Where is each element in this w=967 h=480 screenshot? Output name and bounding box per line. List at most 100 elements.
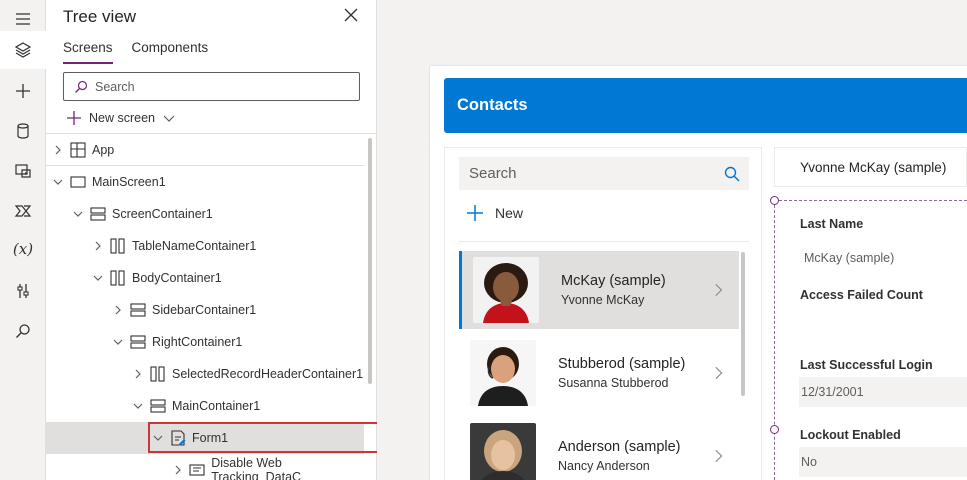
tab-screens[interactable]: Screens: [63, 40, 113, 64]
field-label-last-successful-login: Last Successful Login: [800, 358, 933, 372]
chevron-right-icon: [714, 366, 722, 380]
contact-photo: [470, 340, 536, 406]
horizontal-container-icon: [110, 238, 126, 254]
close-icon[interactable]: [342, 6, 360, 24]
advanced-tools-icon[interactable]: [0, 272, 46, 310]
contacts-search-box[interactable]: Search: [459, 157, 749, 190]
card-icon: [189, 462, 205, 478]
tree-node-label: SelectedRecordHeaderContainer1: [172, 367, 364, 381]
field-label-access-failed-count: Access Failed Count: [800, 288, 923, 302]
tree-node-app[interactable]: App: [46, 134, 364, 166]
variables-icon[interactable]: (x): [0, 230, 46, 268]
plus-icon: [467, 205, 483, 221]
horizontal-container-icon: [150, 366, 166, 382]
horizontal-container-icon: [110, 270, 126, 286]
tree-node-label: BodyContainer1: [132, 271, 222, 285]
contact-name: McKay (sample): [561, 273, 666, 289]
tree-view-panel: Tree view Screens Components New screen …: [46, 0, 405, 480]
field-value-lockout-enabled[interactable]: No: [799, 447, 967, 477]
resize-handle[interactable]: [770, 425, 779, 434]
tree-node-tablenamecontainer1[interactable]: TableNameContainer1: [46, 230, 364, 262]
tree-view-layers-icon[interactable]: [0, 31, 46, 69]
chevron-down-icon[interactable]: [52, 176, 64, 188]
contacts-sidebar: Search New McKay (sample) Yvonne McKay S…: [444, 147, 762, 480]
new-screen-button[interactable]: New screen: [67, 108, 175, 128]
divider: [459, 241, 749, 242]
selected-record-title: Yvonne McKay (sample): [800, 159, 947, 175]
chevron-right-icon: [714, 449, 722, 463]
media-icon[interactable]: [0, 152, 46, 190]
chevron-right-icon[interactable]: [112, 304, 124, 316]
tree-node-label: ScreenContainer1: [112, 207, 213, 221]
resize-handle[interactable]: [770, 196, 779, 205]
vertical-container-icon: [150, 398, 166, 414]
data-database-icon[interactable]: [0, 112, 46, 150]
tree-node-bodycontainer1[interactable]: BodyContainer1: [46, 262, 364, 294]
tree-node-label: MainContainer1: [172, 399, 261, 413]
chevron-down-icon: [163, 115, 175, 122]
app-header-title: Contacts: [457, 96, 528, 114]
tree-node-label: MainScreen1: [92, 175, 166, 189]
plus-icon: [67, 111, 81, 125]
tree-node-sidebarcontainer1[interactable]: SidebarContainer1: [46, 294, 364, 326]
tree-node-rightcontainer1[interactable]: RightContainer1: [46, 326, 364, 358]
chevron-right-icon[interactable]: [52, 144, 64, 156]
tree-node-label: RightContainer1: [152, 335, 243, 349]
search-icon: [75, 80, 88, 93]
field-value-last-successful-login[interactable]: 12/31/2001: [799, 377, 967, 407]
contacts-scrollbar[interactable]: [741, 252, 745, 396]
field-value-last-name[interactable]: McKay (sample): [804, 251, 894, 265]
contact-list-item[interactable]: McKay (sample) Yvonne McKay: [459, 251, 739, 329]
vertical-container-icon: [90, 206, 106, 222]
chevron-right-icon: [715, 283, 723, 297]
tree-search-box[interactable]: [63, 72, 360, 101]
contact-list-item[interactable]: Anderson (sample) Nancy Anderson: [459, 417, 739, 480]
tree-node-mainscreen1[interactable]: MainScreen1: [46, 166, 364, 198]
tree-scrollbar[interactable]: [368, 138, 372, 384]
selection-highlight-box: [148, 422, 405, 453]
screen-icon: [70, 174, 86, 190]
chevron-down-icon[interactable]: [112, 336, 124, 348]
new-screen-label: New screen: [89, 111, 155, 125]
chevron-down-icon[interactable]: [72, 208, 84, 220]
contact-name: Anderson (sample): [558, 439, 681, 455]
tree-node-selectedrecordheadercontainer1[interactable]: SelectedRecordHeaderContainer1: [46, 358, 364, 390]
tree-node-screencontainer1[interactable]: ScreenContainer1: [46, 198, 364, 230]
app-preview: Contacts Search New McKay (sample) Yvonn…: [430, 66, 967, 480]
field-label-last-name: Last Name: [800, 217, 864, 231]
tree-node-label: App: [92, 142, 115, 157]
chevron-down-icon[interactable]: [132, 400, 144, 412]
contact-full-name: Yvonne McKay: [561, 293, 645, 307]
new-contact-label: New: [495, 205, 524, 221]
chevron-right-icon[interactable]: [132, 368, 144, 380]
chevron-down-icon[interactable]: [92, 272, 104, 284]
search-icon[interactable]: [0, 312, 46, 350]
tab-bar: Screens Components: [63, 40, 227, 64]
form1-control[interactable]: Last Name McKay (sample) Access Failed C…: [770, 196, 967, 480]
left-rail: (x): [0, 0, 46, 480]
field-value-text: 12/31/2001: [801, 385, 864, 399]
contact-photo: [470, 423, 536, 480]
field-label-lockout-enabled: Lockout Enabled: [800, 428, 901, 442]
vertical-container-icon: [130, 334, 146, 350]
tree-node-label: TableNameContainer1: [132, 239, 257, 253]
tab-components[interactable]: Components: [132, 40, 209, 64]
app-icon: [70, 141, 86, 158]
tree-node-data-card[interactable]: Disable Web Tracking_DataC: [46, 454, 364, 480]
tree-search-input[interactable]: [95, 79, 335, 94]
power-automate-icon[interactable]: [0, 192, 46, 230]
tree-node-label: Disable Web Tracking_DataC: [211, 456, 302, 480]
tree-node-label: SidebarContainer1: [152, 303, 257, 317]
chevron-right-icon[interactable]: [92, 240, 104, 252]
tree-node-maincontainer1[interactable]: MainContainer1: [46, 390, 364, 422]
contact-full-name: Susanna Stubberod: [558, 376, 669, 390]
app-header: Contacts: [444, 78, 967, 133]
chevron-right-icon[interactable]: [172, 464, 183, 476]
field-value-text: No: [801, 455, 817, 469]
contact-full-name: Nancy Anderson: [558, 459, 650, 473]
new-contact-button[interactable]: New: [467, 205, 523, 221]
insert-plus-icon[interactable]: [0, 72, 46, 110]
vertical-container-icon: [130, 302, 146, 318]
contact-list-item[interactable]: Stubberod (sample) Susanna Stubberod: [459, 334, 739, 412]
contact-photo: [473, 257, 539, 323]
